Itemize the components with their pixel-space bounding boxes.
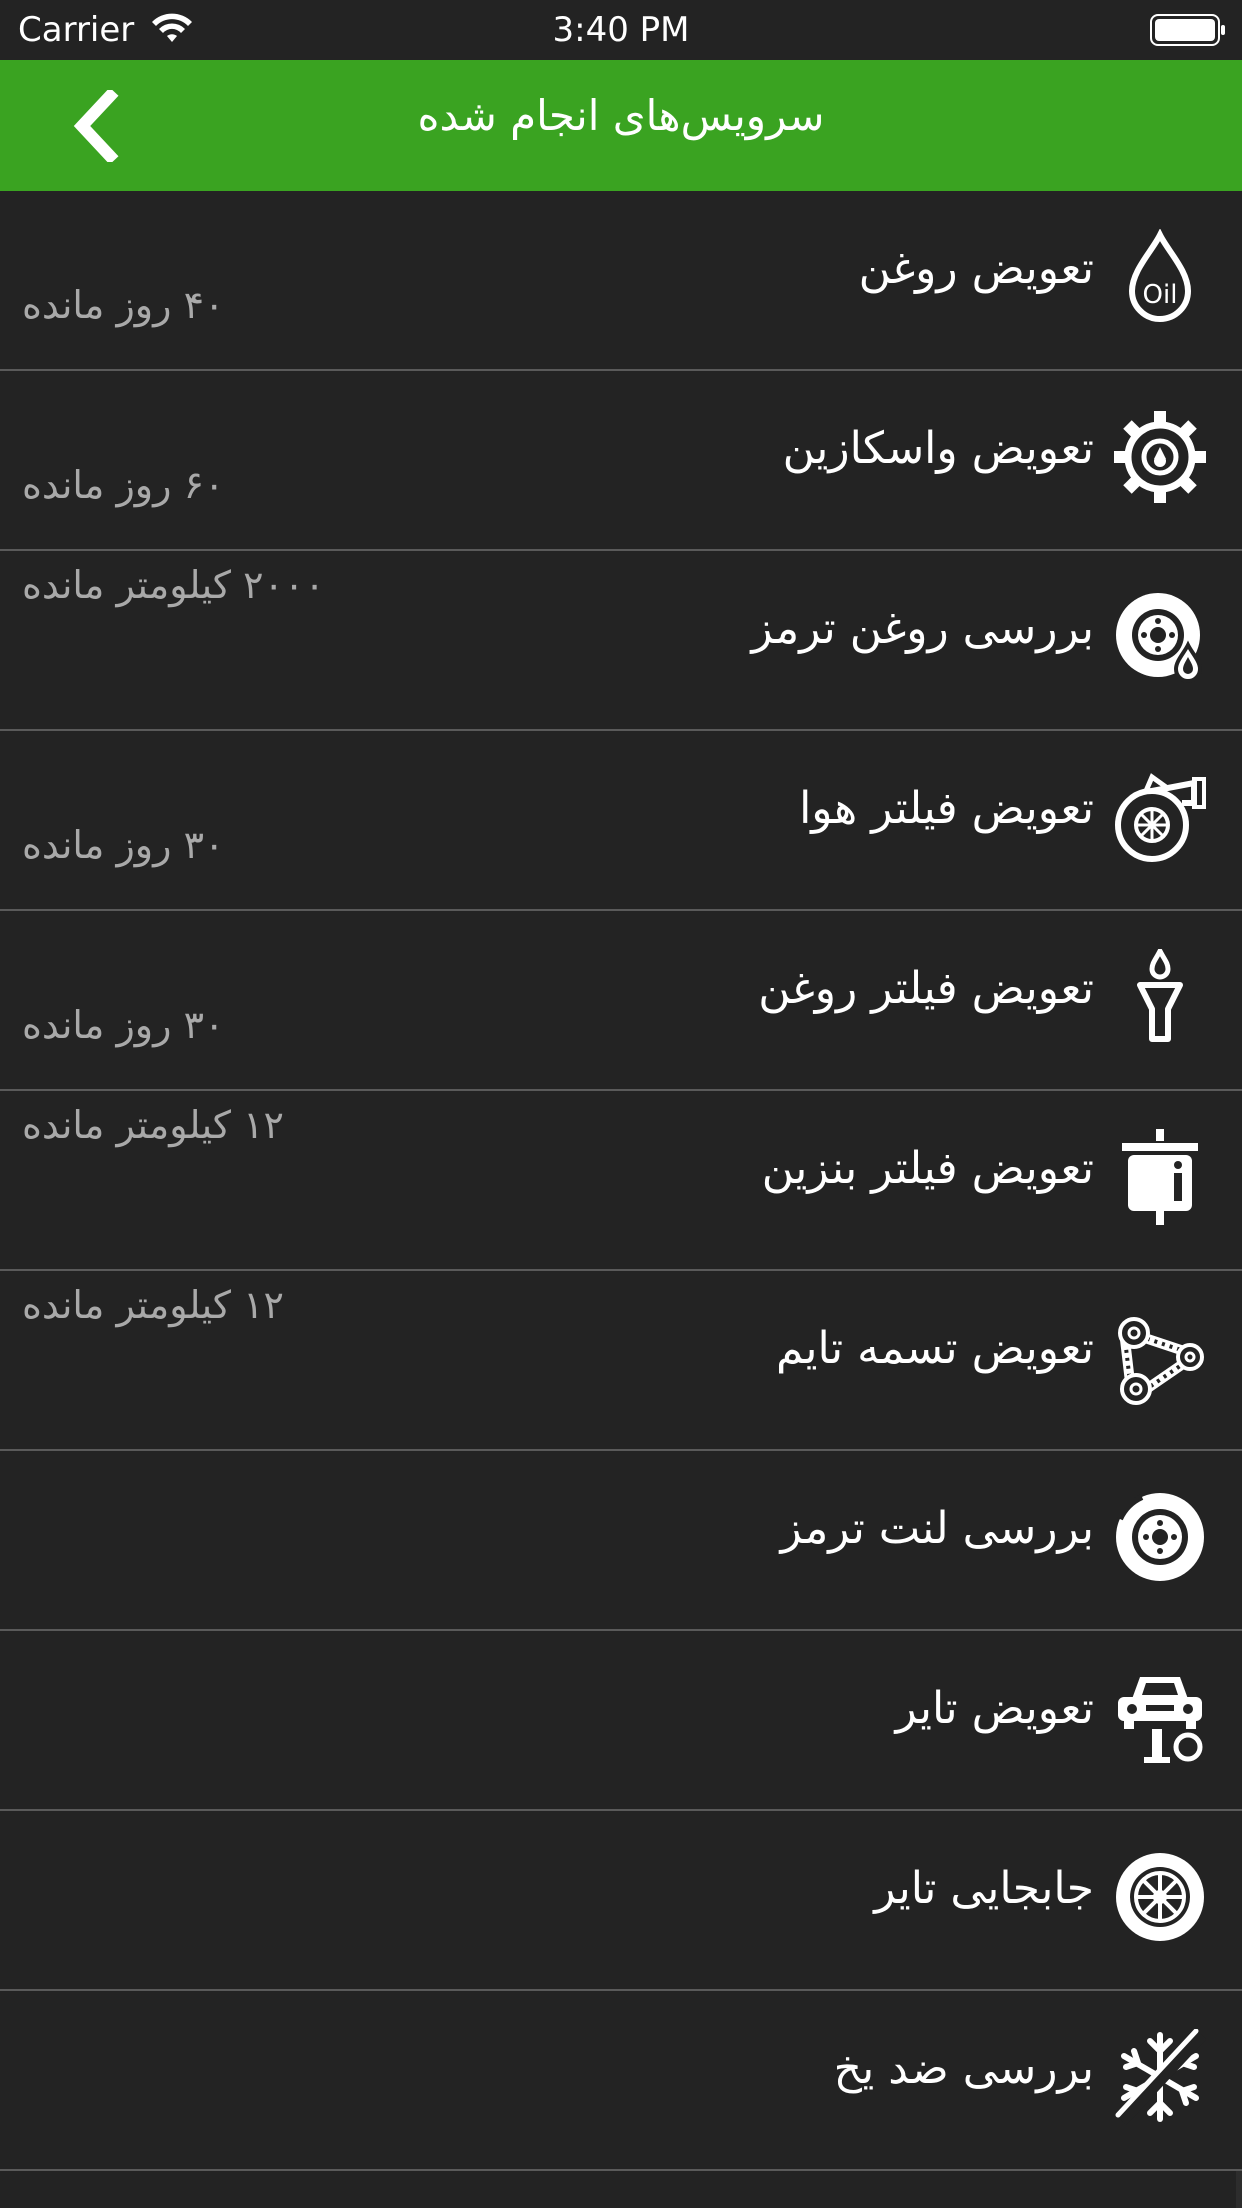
brake-fluid-icon	[1116, 593, 1203, 683]
car-lift-icon	[1118, 1677, 1203, 1763]
page-title: سرویس‌های انجام شده	[417, 91, 825, 140]
service-remaining: ۴۰ روز مانده	[22, 283, 225, 327]
fuel-filter-icon	[1122, 1129, 1198, 1225]
list-item[interactable]: Oil تعویض روغن ۴۰ روز مانده	[0, 191, 1242, 371]
navigation-bar: سرویس‌های انجام شده	[0, 60, 1242, 191]
gear-icon	[1114, 411, 1206, 503]
status-time: 3:40 PM	[552, 10, 690, 50]
list-item[interactable]: بررسی ضد یخ	[0, 1991, 1242, 2171]
antifreeze-icon	[1115, 2029, 1207, 2125]
service-title: تعویض تایر	[895, 1683, 1094, 1734]
service-title: تعویض روغن	[858, 243, 1094, 294]
service-remaining: ۶۰ روز مانده	[22, 463, 225, 507]
list-item[interactable]: تعویض تسمه تایم ۱۲ کیلومتر مانده	[0, 1271, 1242, 1451]
service-title: بررسی لنت ترمز	[780, 1503, 1094, 1554]
chevron-left-icon	[73, 87, 119, 165]
service-title: تعویض تسمه تایم	[775, 1323, 1094, 1374]
service-remaining: ۲۰۰۰ کیلومتر مانده	[22, 563, 325, 607]
app-screen: Carrier 3:40 PM سرویس‌های انجام شده Oi	[0, 0, 1242, 2208]
list-item[interactable]: جابجایی تایر	[0, 1811, 1242, 1991]
brake-disc-icon	[1116, 1493, 1204, 1581]
service-title: جابجایی تایر	[874, 1863, 1094, 1914]
list-item[interactable]: تعویض تایر	[0, 1631, 1242, 1811]
service-title: تعویض واسکازین	[782, 423, 1094, 474]
status-bar: Carrier 3:40 PM	[0, 0, 1242, 60]
service-title: بررسی ضد یخ	[833, 2043, 1094, 2094]
list-item[interactable]: تعویض واسکازین ۶۰ روز مانده	[0, 371, 1242, 551]
service-remaining: ۱۲ کیلومتر مانده	[22, 1103, 284, 1147]
list-item[interactable]: تعویض فیلتر بنزین ۱۲ کیلومتر مانده	[0, 1091, 1242, 1271]
svg-text:Oil: Oil	[1143, 280, 1178, 310]
service-title: تعویض فیلتر هوا	[799, 783, 1094, 834]
list-item[interactable]: تعویض فیلتر روغن ۳۰ روز مانده	[0, 911, 1242, 1091]
service-title: تعویض فیلتر روغن	[758, 963, 1094, 1014]
list-item[interactable]: بررسی روغن ترمز ۲۰۰۰ کیلومتر مانده	[0, 551, 1242, 731]
oil-filter-icon	[1137, 949, 1183, 1042]
list-item[interactable]: بررسی لنت ترمز	[0, 1451, 1242, 1631]
oil-drop-icon: Oil	[1128, 229, 1192, 322]
service-title: بررسی روغن ترمز	[751, 603, 1094, 654]
service-title: تعویض فیلتر بنزین	[761, 1143, 1094, 1194]
service-remaining: ۳۰ روز مانده	[22, 1003, 225, 1047]
service-list: Oil تعویض روغن ۴۰ روز مانده تعویض واسکاز…	[0, 191, 1242, 2171]
back-button[interactable]	[60, 87, 132, 165]
air-filter-icon	[1115, 773, 1206, 862]
battery-icon	[1150, 14, 1225, 46]
timing-belt-icon	[1118, 1317, 1204, 1405]
wheel-icon	[1116, 1853, 1204, 1941]
service-remaining: ۱۲ کیلومتر مانده	[22, 1283, 284, 1327]
service-remaining: ۳۰ روز مانده	[22, 823, 225, 867]
list-item[interactable]: تعویض فیلتر هوا ۳۰ روز مانده	[0, 731, 1242, 911]
